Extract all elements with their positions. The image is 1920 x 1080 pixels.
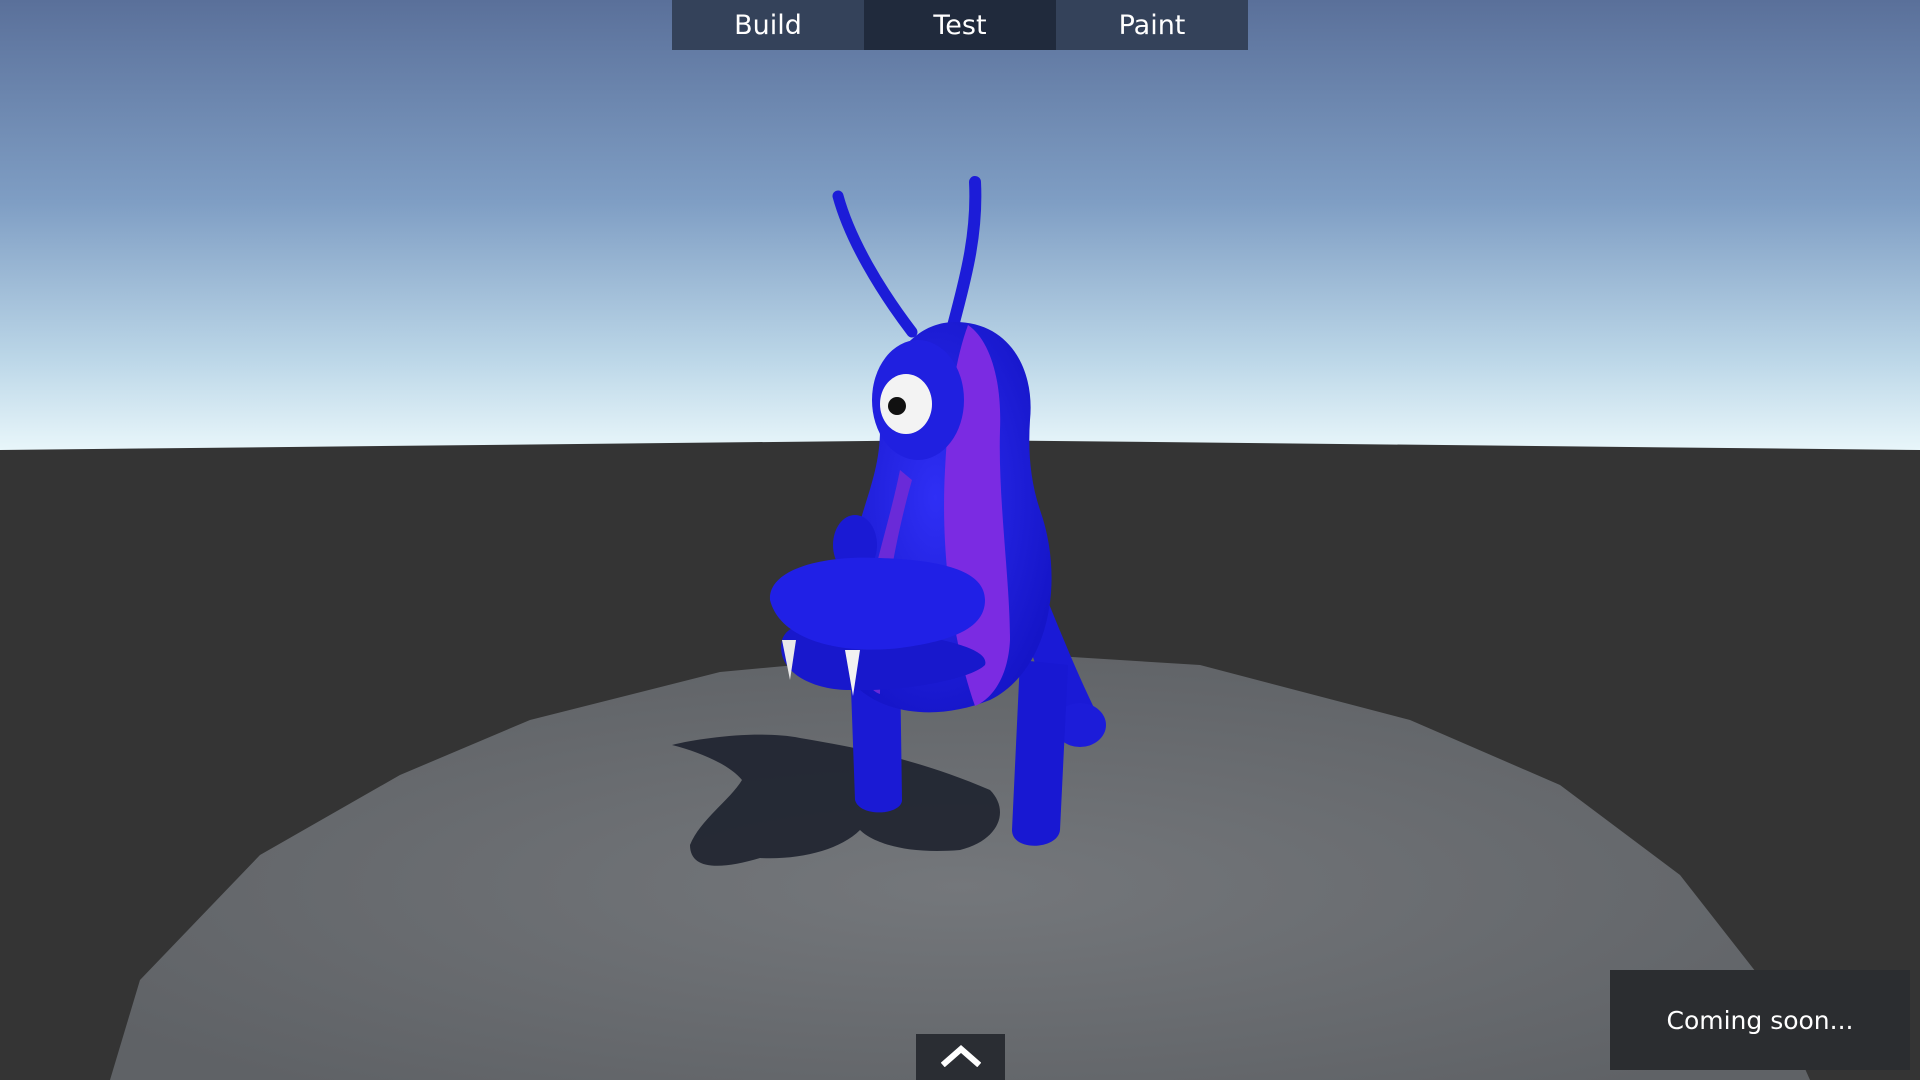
game-viewport[interactable]: Build Test Paint Coming soon...	[0, 0, 1920, 1080]
mode-tabs: Build Test Paint	[672, 0, 1248, 50]
status-panel: Coming soon...	[1610, 970, 1910, 1070]
status-text: Coming soon...	[1666, 1005, 1854, 1035]
tab-paint[interactable]: Paint	[1056, 0, 1248, 50]
creature-eye-white	[880, 374, 932, 434]
creature-snout	[769, 557, 985, 650]
tab-test[interactable]: Test	[864, 0, 1056, 50]
expand-panel-button[interactable]	[916, 1034, 1005, 1080]
chevron-up-icon	[940, 1043, 981, 1071]
scene-3d-view[interactable]	[0, 0, 1920, 1080]
creature-leg-right	[1012, 660, 1068, 846]
creature-eye-pupil	[888, 397, 906, 415]
tab-build[interactable]: Build	[672, 0, 864, 50]
